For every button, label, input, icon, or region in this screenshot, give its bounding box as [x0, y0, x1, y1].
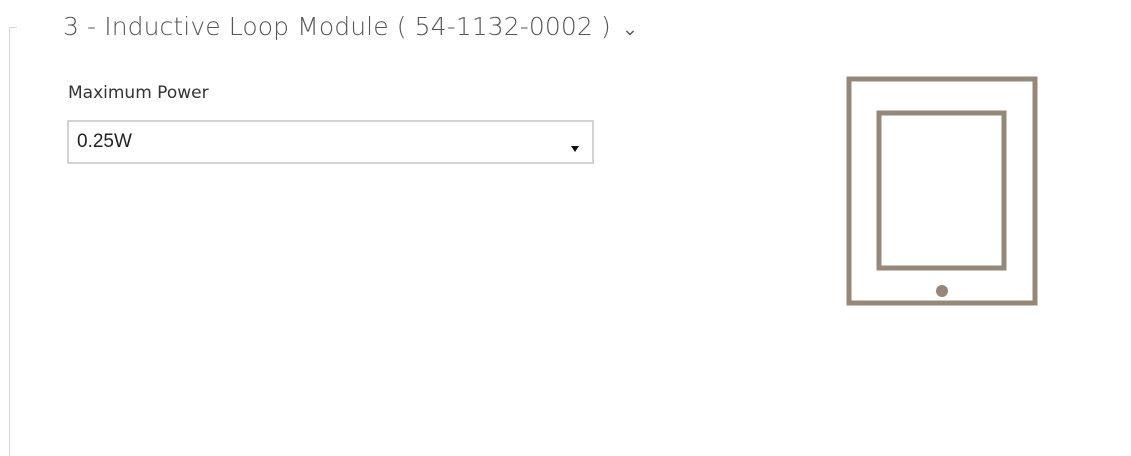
chevron-down-icon[interactable] — [625, 23, 635, 36]
module-title: 3 - Inductive Loop Module ( 54-1132-0002… — [63, 11, 611, 41]
section-frame-tick — [9, 27, 17, 28]
maximum-power-label: Maximum Power — [68, 83, 209, 103]
section-frame-line — [9, 27, 10, 456]
maximum-power-select[interactable]: 0.25W — [67, 120, 594, 164]
tablet-device-icon — [846, 76, 1038, 306]
dropdown-arrow-icon — [570, 138, 580, 152]
maximum-power-value: 0.25W — [77, 131, 132, 152]
module-header[interactable]: 3 - Inductive Loop Module ( 54-1132-0002… — [63, 6, 635, 46]
